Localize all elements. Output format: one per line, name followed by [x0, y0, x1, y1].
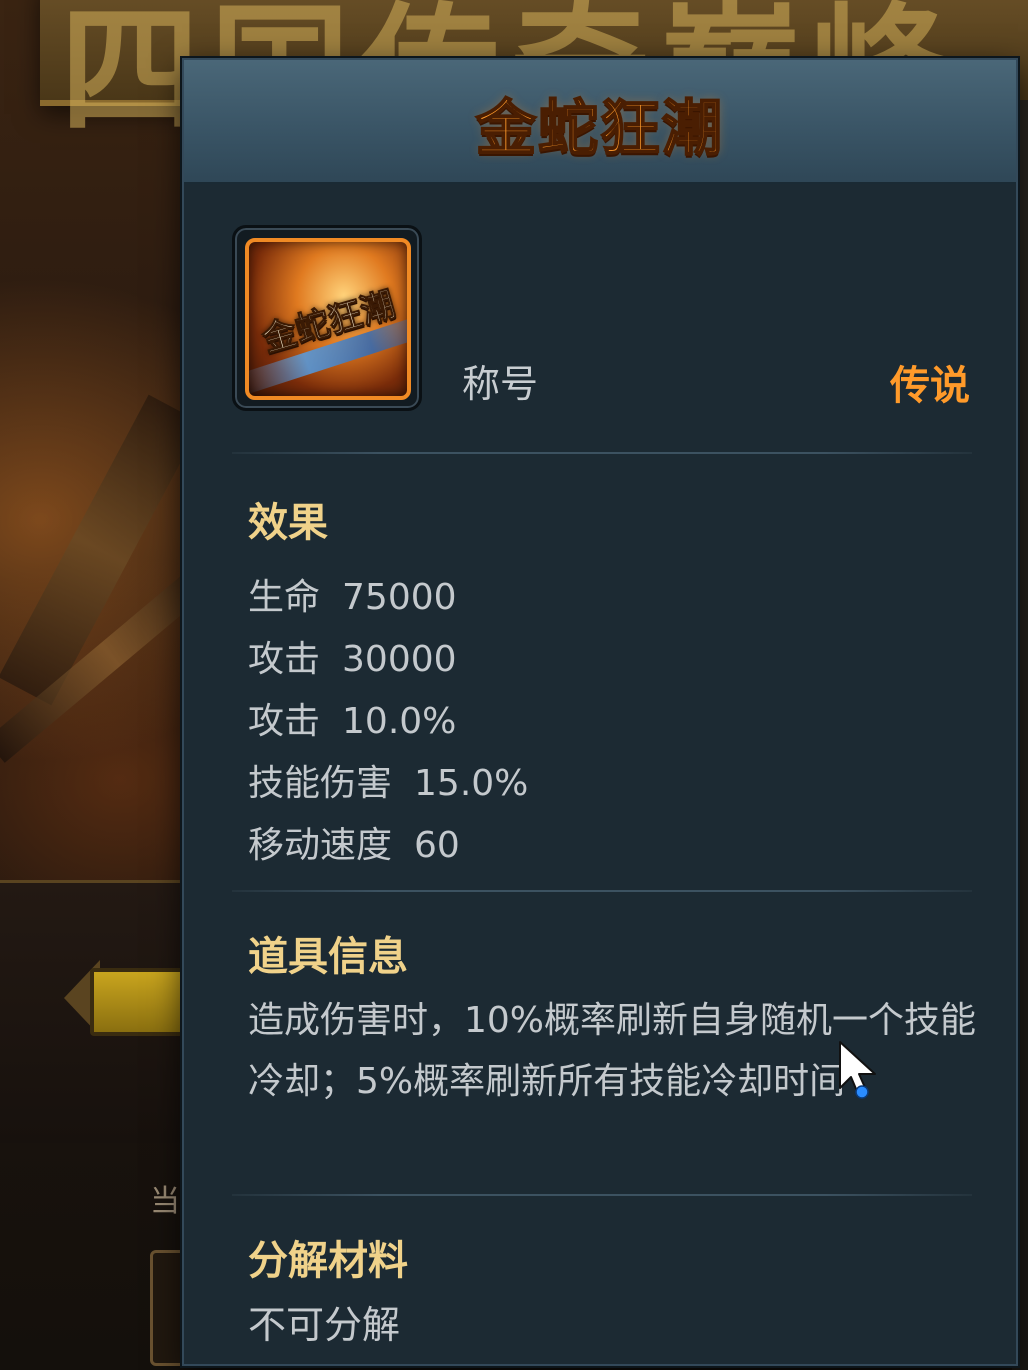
stat-value: 60: [414, 825, 460, 866]
stat-line: 移动速度 60: [248, 816, 460, 868]
stat-line: 生命 75000: [248, 568, 457, 620]
divider: [232, 890, 972, 892]
item-rarity-label: 传说: [890, 363, 970, 409]
item-icon-slot: 金蛇狂潮: [232, 225, 422, 411]
stat-line: 攻击 30000: [248, 630, 457, 682]
stat-value: 15.0%: [414, 763, 529, 804]
item-tooltip: 金蛇狂潮 金蛇狂潮 称号 传说 效果 生命 75000 攻击 30000 攻击 10.…: [182, 58, 1018, 1366]
tooltip-header: 金蛇狂潮: [184, 60, 1016, 184]
title-badge-icon: 金蛇狂潮: [245, 238, 411, 400]
stat-line: 攻击 10.0%: [248, 692, 456, 744]
stat-line: 技能伤害 15.0%: [248, 754, 528, 806]
stat-label: 攻击: [248, 701, 321, 742]
divider: [232, 452, 972, 454]
item-info-heading: 道具信息: [248, 934, 408, 980]
background-caption: 当: [150, 1184, 180, 1219]
decompose-text: 不可分解: [248, 1303, 401, 1347]
stat-label: 技能伤害: [248, 763, 393, 804]
stat-value: 30000: [342, 639, 457, 680]
decompose-heading: 分解材料: [248, 1238, 408, 1284]
divider: [232, 1194, 972, 1196]
stat-value: 10.0%: [342, 701, 457, 742]
item-type-label: 称号: [462, 362, 539, 406]
mouse-cursor-icon: [839, 1041, 876, 1099]
stat-label: 移动速度: [248, 825, 393, 866]
item-title: 金蛇狂潮: [475, 93, 724, 165]
stat-label: 生命: [248, 577, 321, 618]
effects-heading: 效果: [248, 500, 328, 546]
stat-label: 攻击: [248, 639, 321, 680]
stat-value: 75000: [342, 577, 457, 618]
